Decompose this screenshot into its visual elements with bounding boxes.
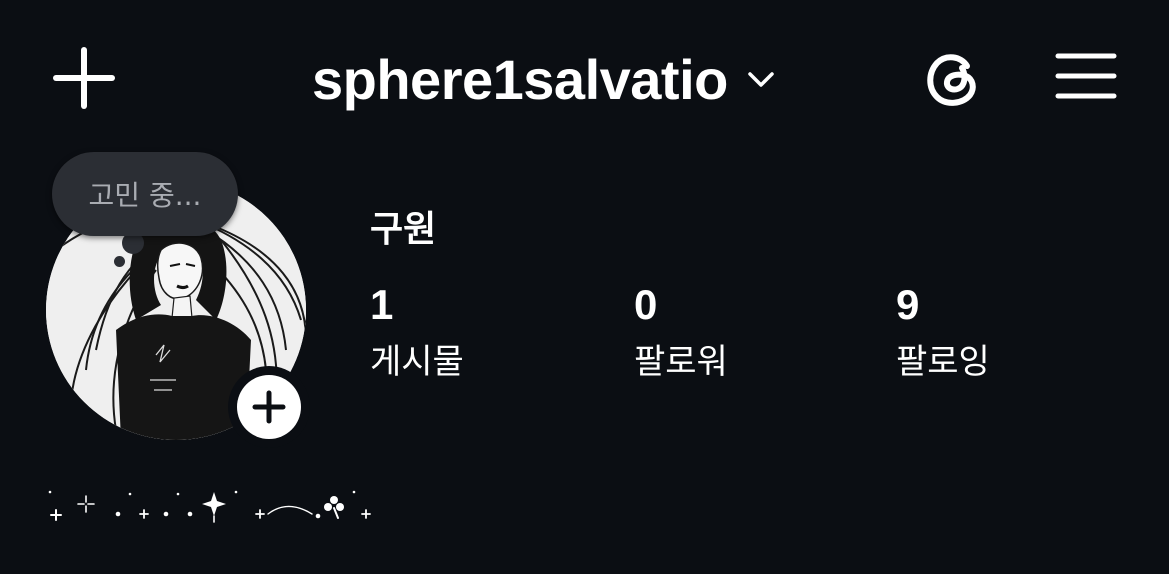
threads-button[interactable] <box>920 46 986 112</box>
account-switcher[interactable]: sphere1salvatio <box>312 40 778 120</box>
stat-followers-value: 0 <box>634 281 658 328</box>
stat-posts-label: 게시물 <box>370 342 464 383</box>
note-bubble[interactable]: 고민 중... <box>52 152 238 236</box>
stat-following[interactable]: 9 팔로잉 <box>896 281 990 383</box>
stat-posts[interactable]: 1 게시물 <box>370 281 464 383</box>
threads-icon <box>927 54 976 106</box>
stat-followers[interactable]: 0 팔로워 <box>634 281 728 383</box>
note-bubble-tail-dot <box>114 256 125 267</box>
stat-following-label: 팔로잉 <box>896 342 990 383</box>
note-text: 고민 중... <box>88 179 202 212</box>
username-title: sphere1salvatio <box>312 48 728 111</box>
display-name: 구원 <box>370 209 437 250</box>
stat-following-value: 9 <box>896 281 920 328</box>
create-button[interactable] <box>52 46 116 110</box>
add-story-button[interactable] <box>228 366 310 448</box>
plus-icon <box>53 47 115 109</box>
stat-followers-label: 팔로워 <box>634 342 728 383</box>
stat-posts-value: 1 <box>370 281 394 328</box>
plus-icon <box>252 390 286 424</box>
menu-button[interactable] <box>1054 50 1118 102</box>
hamburger-menu-icon <box>1055 53 1117 99</box>
bio-decoration <box>48 490 371 523</box>
chevron-down-icon <box>748 72 774 87</box>
add-story-circle <box>237 375 301 439</box>
bio: ⁺ ⊹ .⁺ . .✦ ⁺⁀ .☘ ⁺ <box>46 486 386 526</box>
